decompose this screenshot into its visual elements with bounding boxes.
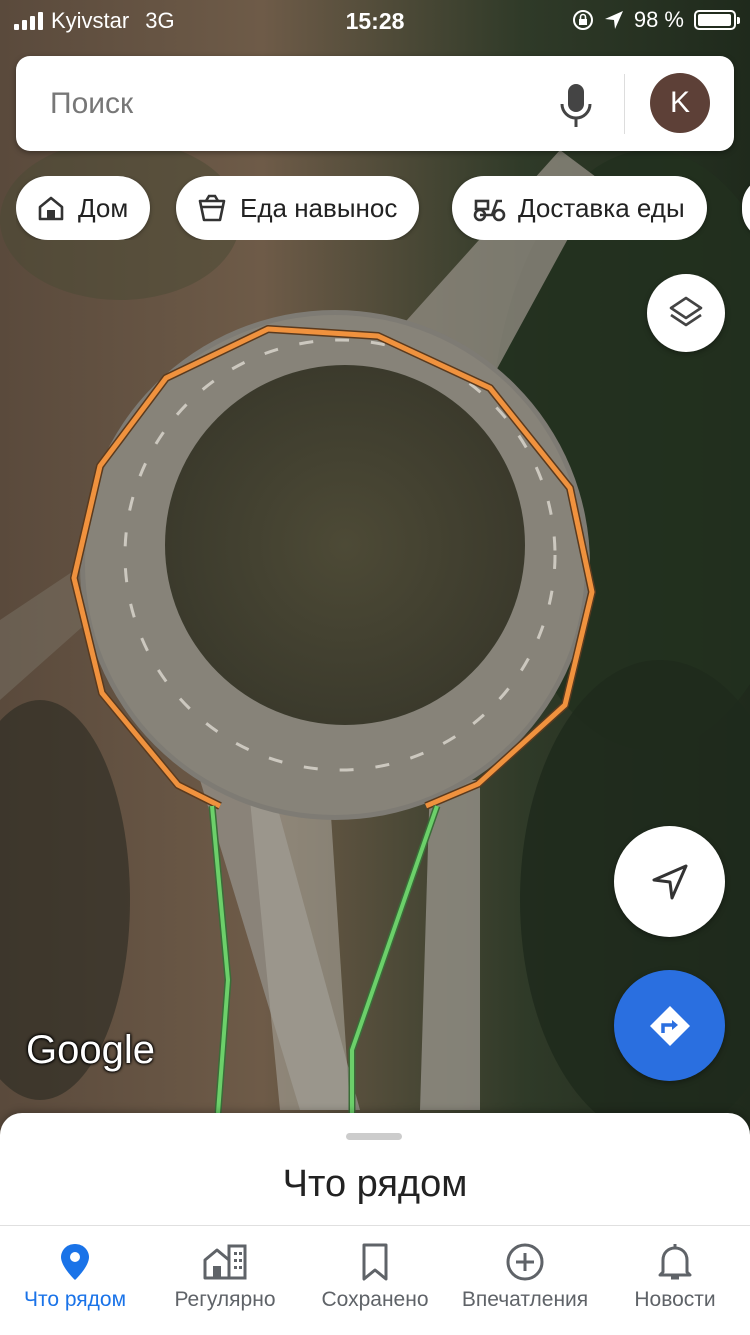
bookmark-icon bbox=[362, 1243, 388, 1281]
status-bar: Kyivstar 3G 15:28 98 % bbox=[0, 0, 750, 40]
battery-icon bbox=[694, 10, 740, 30]
chip-label: Доставка еды bbox=[518, 192, 685, 223]
nav-label: Что рядом bbox=[23, 1288, 127, 1311]
directions-button[interactable] bbox=[614, 970, 725, 1081]
pin-icon bbox=[61, 1244, 89, 1280]
microphone-icon[interactable] bbox=[556, 80, 596, 130]
search-bar[interactable]: K bbox=[16, 56, 734, 151]
sheet-drag-handle[interactable] bbox=[346, 1133, 402, 1140]
chip-label: Дом bbox=[78, 192, 129, 223]
directions-icon bbox=[649, 1005, 690, 1046]
chip-delivery[interactable]: Доставка еды bbox=[452, 176, 707, 240]
google-logo: Google bbox=[26, 1028, 155, 1072]
home-icon bbox=[38, 196, 64, 221]
takeout-icon bbox=[198, 194, 226, 222]
layers-icon bbox=[669, 296, 703, 327]
scooter-icon bbox=[473, 199, 506, 222]
orientation-lock-icon bbox=[572, 10, 593, 30]
bottom-nav: Что рядом Регулярно Сохранено Впечатлени… bbox=[0, 1225, 750, 1335]
commute-icon bbox=[203, 1244, 247, 1280]
nav-label: Регулярно bbox=[174, 1288, 276, 1311]
chip-takeout[interactable]: Еда навынос bbox=[176, 176, 420, 240]
nav-saved[interactable]: Сохранено bbox=[300, 1226, 450, 1335]
nav-label: Сохранено bbox=[321, 1288, 429, 1311]
nav-contribute[interactable]: Впечатления bbox=[450, 1226, 600, 1335]
bell-icon bbox=[658, 1244, 692, 1280]
category-chips: Дом Еда навынос Доставка еды bbox=[16, 176, 750, 240]
location-arrow-icon bbox=[604, 11, 623, 29]
chip-home[interactable]: Дом bbox=[16, 176, 151, 240]
my-location-button[interactable] bbox=[614, 826, 725, 937]
search-input[interactable] bbox=[48, 78, 532, 130]
search-divider bbox=[624, 74, 625, 134]
plus-circle-icon bbox=[506, 1243, 544, 1281]
nav-updates[interactable]: Новости bbox=[600, 1226, 750, 1335]
chip-label: Еда навынос bbox=[240, 192, 398, 223]
sheet-title: Что рядом bbox=[282, 1163, 468, 1205]
battery-percent: 98 % bbox=[633, 7, 684, 32]
layers-button[interactable] bbox=[647, 274, 725, 352]
navigation-arrow-icon bbox=[652, 864, 687, 899]
chip-more[interactable] bbox=[742, 176, 750, 240]
nav-explore[interactable]: Что рядом bbox=[0, 1226, 150, 1335]
avatar[interactable]: K bbox=[650, 73, 710, 133]
nav-commute[interactable]: Регулярно bbox=[150, 1226, 300, 1335]
nav-label: Новости bbox=[634, 1288, 716, 1311]
nav-label: Впечатления bbox=[461, 1288, 589, 1311]
